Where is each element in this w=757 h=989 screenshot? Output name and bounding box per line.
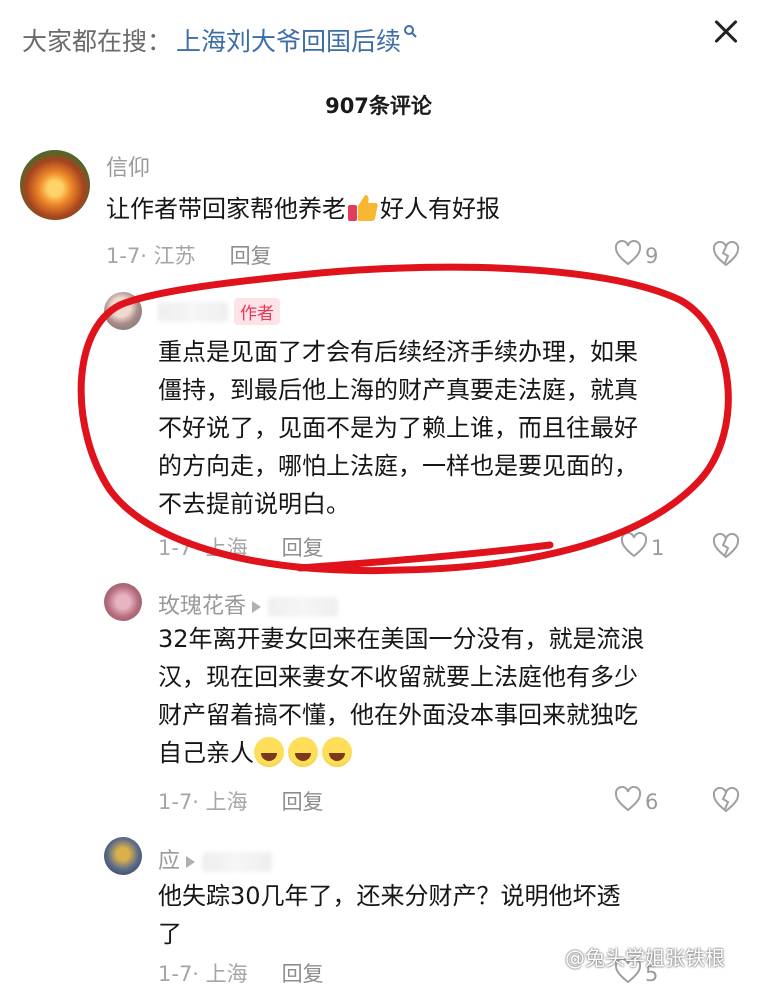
avatar[interactable] <box>104 583 142 621</box>
comment-username[interactable]: 玫瑰花香 <box>158 594 246 619</box>
like-count: 6 <box>645 789 659 814</box>
thumbs-up-emoji-icon <box>346 193 380 223</box>
comment-text: 重点是见面了才会有后续经济手续办理，如果 僵持，到最后他上海的财产真要走法庭，就… <box>158 333 638 523</box>
watermark: @兔头学姐张铁根 <box>565 946 725 970</box>
comment-username-row: 应 <box>158 843 273 875</box>
like-button[interactable]: 9 <box>614 239 659 271</box>
comment-date-region: 1-7· 上海 <box>158 962 248 986</box>
blurred-username <box>268 597 339 617</box>
comment-text-line: 了 <box>158 920 182 948</box>
heart-icon <box>614 239 642 271</box>
like-count: 1 <box>651 535 665 560</box>
comment-meta: 1-7· 江苏 回复 <box>106 240 272 270</box>
comment-text-part: 让作者带回家帮他养老 <box>106 195 346 223</box>
dislike-button[interactable] <box>712 532 740 563</box>
reply-button[interactable]: 回复 <box>282 958 324 988</box>
comment-date-region: 1-7· 上海 <box>158 790 248 814</box>
like-count: 9 <box>645 243 659 268</box>
comment-meta: 1-7· 上海 回复 <box>158 532 324 562</box>
broken-heart-icon <box>712 240 740 271</box>
reply-button[interactable]: 回复 <box>282 532 324 562</box>
broken-heart-icon <box>712 786 740 817</box>
avatar[interactable] <box>104 837 142 875</box>
broken-heart-icon <box>712 532 740 563</box>
comment-text: 让作者带回家帮他养老 好人有好报 <box>106 190 500 228</box>
laughing-emoji-icon <box>322 737 352 767</box>
like-button[interactable]: 6 <box>614 785 659 817</box>
comment-text-part: 好人有好报 <box>380 195 500 223</box>
heart-icon <box>614 785 642 817</box>
comment-meta: 1-7· 上海 回复 <box>158 786 324 816</box>
comment-text-line: 重点是见面了才会有后续经济手续办理，如果 <box>158 338 638 366</box>
close-icon[interactable] <box>708 14 744 50</box>
search-prefix-label: 大家都在搜： <box>22 27 173 56</box>
comment-meta: 1-7· 上海 回复 <box>158 958 324 988</box>
comment-text-line: 汉，现在回来妻女不收留就要上法庭他有多少 <box>158 663 638 691</box>
search-suggestion-link[interactable]: 上海刘大爷回国后续 <box>176 22 401 58</box>
comment-text-part: 自己亲人 <box>158 739 254 767</box>
search-suggestion-bar[interactable]: 大家都在搜： 上海刘大爷回国后续 <box>22 18 417 62</box>
comment-text-line: 不去提前说明白。 <box>158 490 350 518</box>
laughing-emoji-icon <box>288 737 318 767</box>
comment-text-line: 的方向走，哪怕上法庭，一样也是要见面的， <box>158 452 638 480</box>
comment-username[interactable]: 信仰 <box>106 150 150 182</box>
dislike-button[interactable] <box>712 240 740 271</box>
reply-arrow-icon <box>186 856 196 868</box>
comment-text-line: 财产留着搞不懂，他在外面没本事回来就独吃 <box>158 701 638 729</box>
avatar[interactable] <box>20 150 90 220</box>
comment-text-line: 32年离开妻女回来在美国一分没有，就是流浪 <box>158 625 645 653</box>
search-icon <box>403 23 417 42</box>
comment-text: 32年离开妻女回来在美国一分没有，就是流浪 汉，现在回来妻女不收留就要上法庭他有… <box>158 620 645 772</box>
avatar[interactable] <box>104 292 142 330</box>
heart-icon <box>620 531 648 563</box>
comment-count-title: 907条评论 <box>325 94 432 118</box>
author-badge: 作者 <box>234 298 280 325</box>
dislike-button[interactable] <box>712 786 740 817</box>
reply-arrow-icon <box>252 601 262 613</box>
reply-button[interactable]: 回复 <box>230 240 272 270</box>
reply-button[interactable]: 回复 <box>282 786 324 816</box>
comment-text-line: 僵持，到最后他上海的财产真要走法庭，就真 <box>158 376 638 404</box>
blurred-username <box>202 852 273 872</box>
comment-text-line: 不好说了，见面不是为了赖上谁，而且往最好 <box>158 414 638 442</box>
like-button[interactable]: 1 <box>620 531 665 563</box>
comment-date-region: 1-7· 上海 <box>158 536 248 560</box>
comment-text: 他失踪30几年了，还来分财产？说明他坏透 了 <box>158 877 621 953</box>
laughing-emoji-icon <box>254 737 284 767</box>
comment-username-row: 玫瑰花香 <box>158 588 339 620</box>
comment-date-region: 1-7· 江苏 <box>106 244 196 268</box>
blurred-username <box>158 301 228 322</box>
comment-text-line: 自己亲人 <box>158 734 645 772</box>
comment-username[interactable]: 应 <box>158 849 180 874</box>
comment-text-line: 他失踪30几年了，还来分财产？说明他坏透 <box>158 882 621 910</box>
comment-username-row: 作者 <box>158 298 280 325</box>
